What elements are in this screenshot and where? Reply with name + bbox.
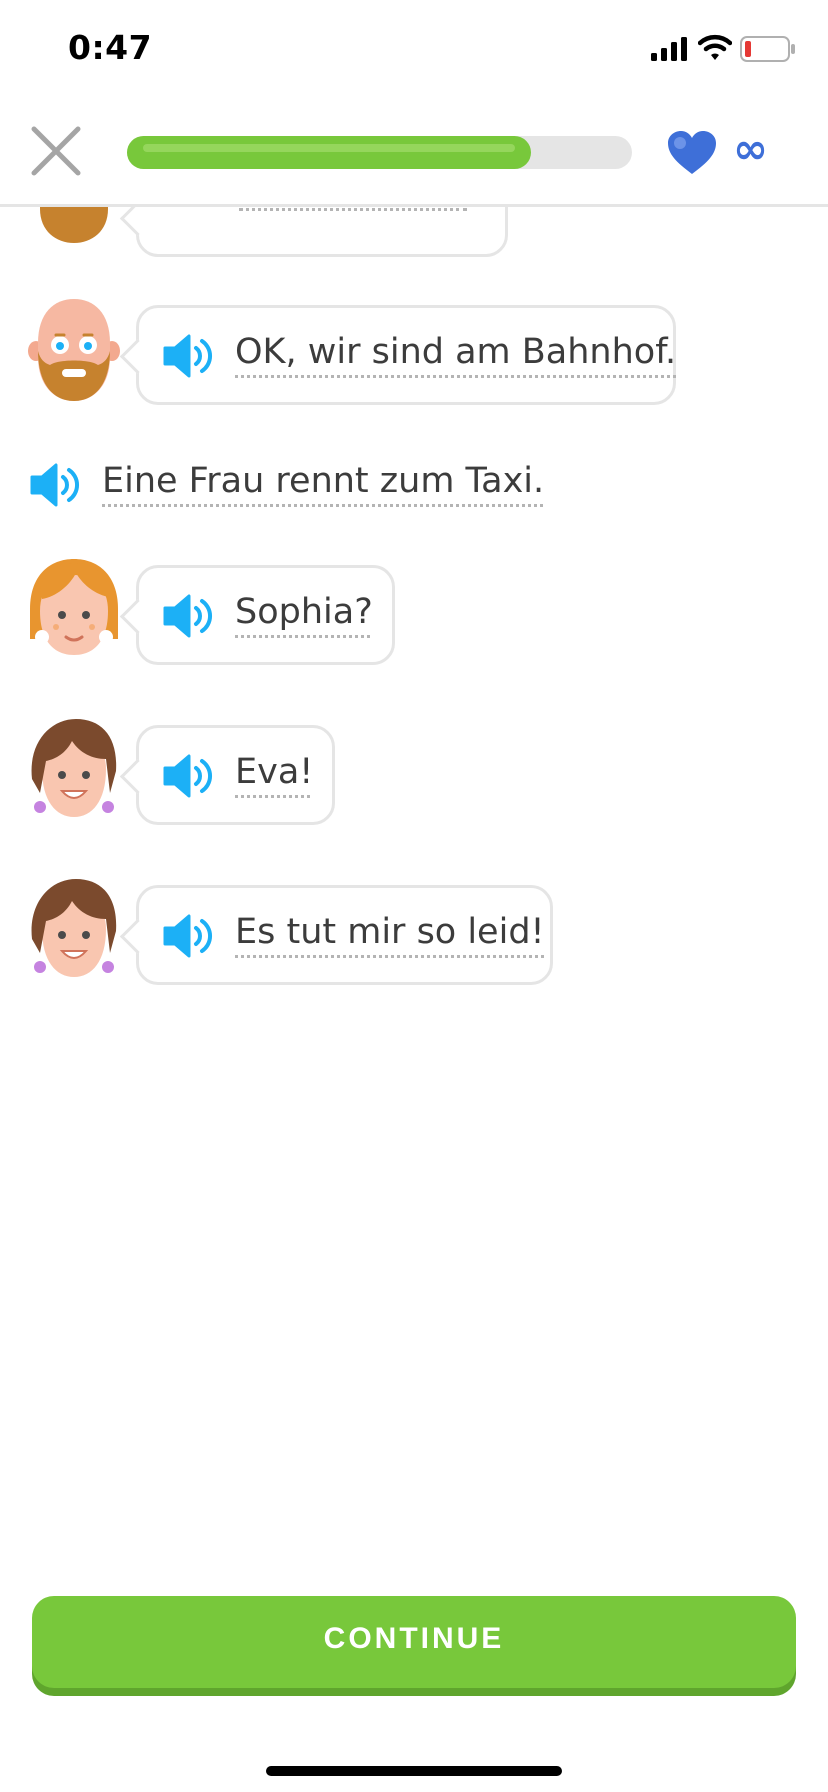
speaker-icon[interactable] (163, 754, 215, 798)
message-text[interactable]: Eva! (235, 752, 313, 792)
heart-icon (668, 131, 716, 174)
speaker-icon[interactable] (163, 594, 215, 638)
continue-label: CONTINUE (323, 1622, 505, 1655)
message-text[interactable]: Sophia? (235, 592, 373, 632)
avatar-brown-hair-woman (26, 719, 122, 823)
status-time: 0:47 (68, 28, 153, 67)
close-icon[interactable] (30, 125, 82, 177)
speaker-icon[interactable] (30, 463, 82, 507)
hearts-count: ∞ (733, 124, 768, 173)
progress-fill (127, 136, 531, 169)
message-bubble: Es tut mir so leid! (136, 885, 553, 985)
message-bubble: OK, wir sind am Bahnhof. (136, 305, 676, 405)
message-bubble: Sophia? (136, 565, 395, 665)
lesson-screen: 0:47 ∞ OK, wir sind am Bahnhof. Eine Fra… (0, 0, 828, 1792)
signal-icon (651, 37, 687, 61)
speaker-icon[interactable] (163, 914, 215, 958)
lesson-header: ∞ (0, 100, 828, 207)
wifi-icon (698, 34, 732, 60)
dotted-underline (239, 208, 467, 211)
avatar-bearded-man (26, 207, 122, 283)
home-indicator[interactable] (266, 1766, 562, 1776)
status-bar: 0:47 (0, 0, 828, 100)
story-chat: OK, wir sind am Bahnhof. Eine Frau rennt… (0, 207, 828, 1537)
speaker-icon[interactable] (163, 334, 215, 378)
message-text[interactable]: OK, wir sind am Bahnhof. (235, 332, 676, 372)
avatar-brown-hair-woman (26, 879, 122, 983)
continue-button[interactable]: CONTINUE (32, 1596, 796, 1688)
progress-bar (127, 136, 632, 169)
battery-icon (740, 36, 795, 62)
narration-text[interactable]: Eine Frau rennt zum Taxi. (102, 461, 544, 501)
message-bubble: Eva! (136, 725, 335, 825)
avatar-orange-hair-woman (26, 559, 122, 663)
avatar-bearded-man (26, 299, 122, 403)
progress-shine (143, 144, 515, 152)
message-bubble (136, 207, 508, 257)
message-text[interactable]: Es tut mir so leid! (235, 912, 545, 952)
